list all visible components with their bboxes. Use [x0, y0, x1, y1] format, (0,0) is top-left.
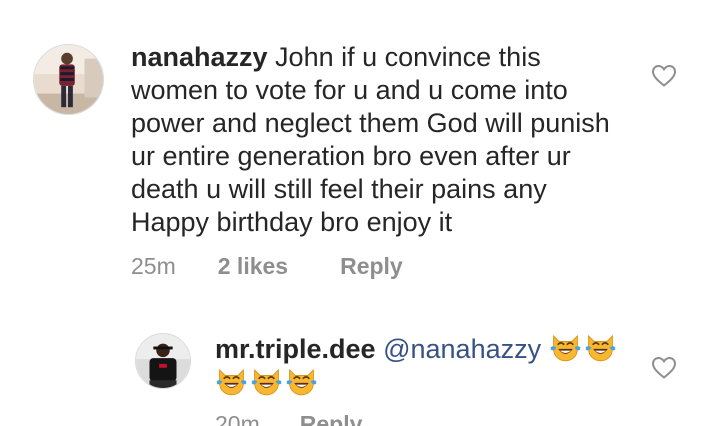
comment-body: mr.triple.dee @nanahazzy — [215, 332, 635, 400]
avatar[interactable] — [33, 44, 104, 115]
cat-tears-of-joy-emoji-icon — [585, 334, 615, 362]
mention-link[interactable]: @nanahazzy — [383, 334, 541, 364]
heart-outline-icon[interactable] — [651, 356, 677, 380]
avatar[interactable] — [135, 333, 191, 389]
reply-button[interactable]: Reply — [300, 411, 363, 426]
reply-button[interactable]: Reply — [340, 253, 403, 280]
avatar-photo-icon — [136, 334, 190, 388]
cat-tears-of-joy-emoji-icon — [286, 368, 317, 396]
comments-list: nanahazzy John if u convince this women … — [0, 0, 720, 426]
comment-time: 25m — [131, 253, 176, 279]
cat-tears-of-joy-emoji-icon — [216, 368, 247, 396]
cat-tears-of-joy-emoji-icon — [251, 368, 282, 396]
cat-tears-of-joy-emoji-icon — [550, 334, 580, 362]
comment-username[interactable]: mr.triple.dee — [215, 334, 376, 364]
comment-likes[interactable]: 2 likes — [218, 253, 288, 280]
comment-meta: 25m 2 likes Reply — [131, 253, 403, 280]
avatar-photo-icon — [34, 45, 103, 114]
heart-outline-icon[interactable] — [651, 64, 677, 88]
comment-body: nanahazzy John if u convince this women … — [131, 41, 631, 239]
comment-time: 20m — [215, 411, 260, 426]
comment-username[interactable]: nanahazzy — [131, 42, 268, 72]
comment-meta: 20m Reply — [215, 411, 362, 426]
